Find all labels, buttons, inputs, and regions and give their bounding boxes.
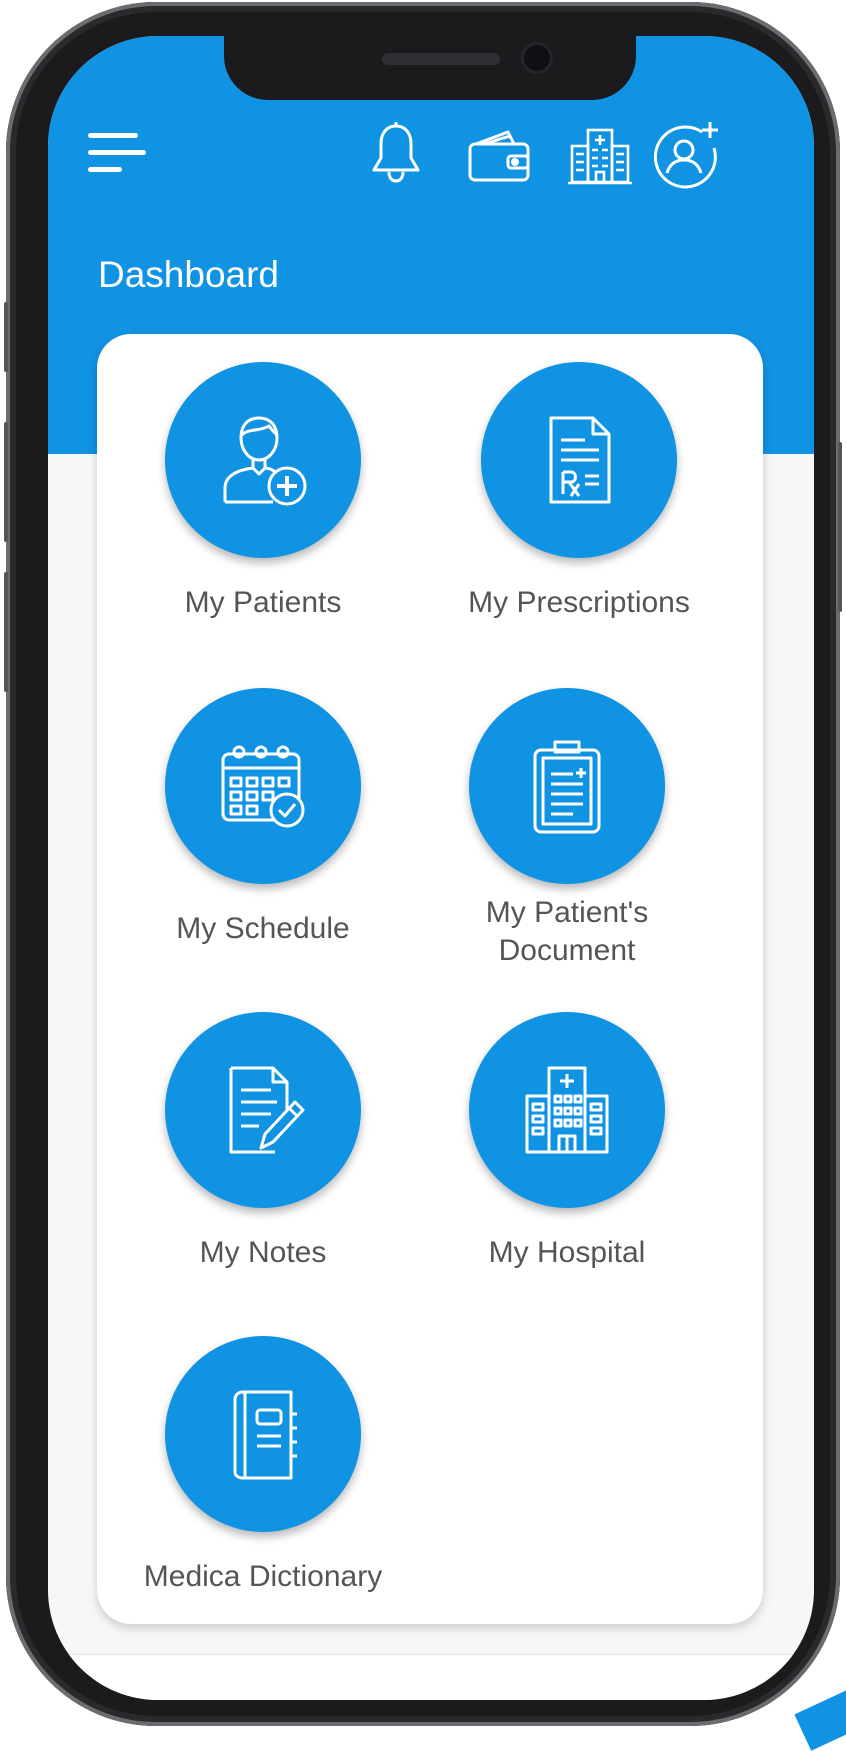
volume-up-button <box>4 422 8 542</box>
speaker-grille <box>382 53 500 65</box>
tile-circle[interactable] <box>469 688 665 884</box>
calendar-check-icon <box>221 745 305 828</box>
note-pen-icon <box>229 1066 305 1154</box>
page-title: Dashboard <box>98 254 280 295</box>
book-icon <box>233 1390 297 1480</box>
tile-circle[interactable] <box>165 362 361 558</box>
hospital-icon <box>525 1066 609 1154</box>
front-camera <box>524 45 550 71</box>
volume-down-button <box>4 572 8 692</box>
tile-label: My Prescriptions <box>468 586 690 619</box>
bottom-bar <box>48 1654 814 1700</box>
tile-circle[interactable] <box>165 1336 361 1532</box>
tile-circle[interactable] <box>165 1012 361 1208</box>
wallet-icon[interactable] <box>466 128 532 184</box>
phone-notch <box>224 36 636 100</box>
prescription-rx-icon <box>549 416 611 504</box>
power-button <box>838 442 842 612</box>
mute-switch <box>4 302 8 372</box>
tile-label: My Patients <box>184 586 342 619</box>
tile-my-schedule[interactable]: My Schedule <box>103 688 423 948</box>
tile-my-patients-document[interactable]: My Patient's Document <box>407 688 727 970</box>
tile-my-notes[interactable]: My Notes <box>103 1012 423 1272</box>
phone-frame: Dashboard My Patients My Prescriptions M… <box>4 2 842 1726</box>
hospital-building-icon[interactable] <box>568 126 632 186</box>
tile-label: My Notes <box>199 1236 327 1269</box>
dashboard-card: My Patients My Prescriptions My Schedule… <box>97 334 763 1624</box>
patient-add-icon <box>223 416 307 506</box>
screen: Dashboard My Patients My Prescriptions M… <box>48 36 814 1700</box>
tile-medica-dictionary[interactable]: Medica Dictionary <box>103 1336 423 1596</box>
tile-my-hospital[interactable]: My Hospital <box>407 1012 727 1272</box>
bell-icon[interactable] <box>368 120 424 184</box>
tile-label: My Hospital <box>488 1236 646 1269</box>
tile-circle[interactable] <box>165 688 361 884</box>
tile-label: My Schedule <box>176 912 350 945</box>
clipboard-document-icon <box>533 740 601 834</box>
tile-circle[interactable] <box>469 1012 665 1208</box>
tile-label: Medica Dictionary <box>143 1560 383 1593</box>
tile-my-patients[interactable]: My Patients <box>103 362 423 622</box>
tile-my-prescriptions[interactable]: My Prescriptions <box>419 362 739 622</box>
tile-circle[interactable] <box>481 362 677 558</box>
add-user-icon[interactable] <box>652 118 724 190</box>
tile-label: My Patient's Document <box>485 896 649 967</box>
hamburger-menu-icon[interactable] <box>88 131 148 175</box>
